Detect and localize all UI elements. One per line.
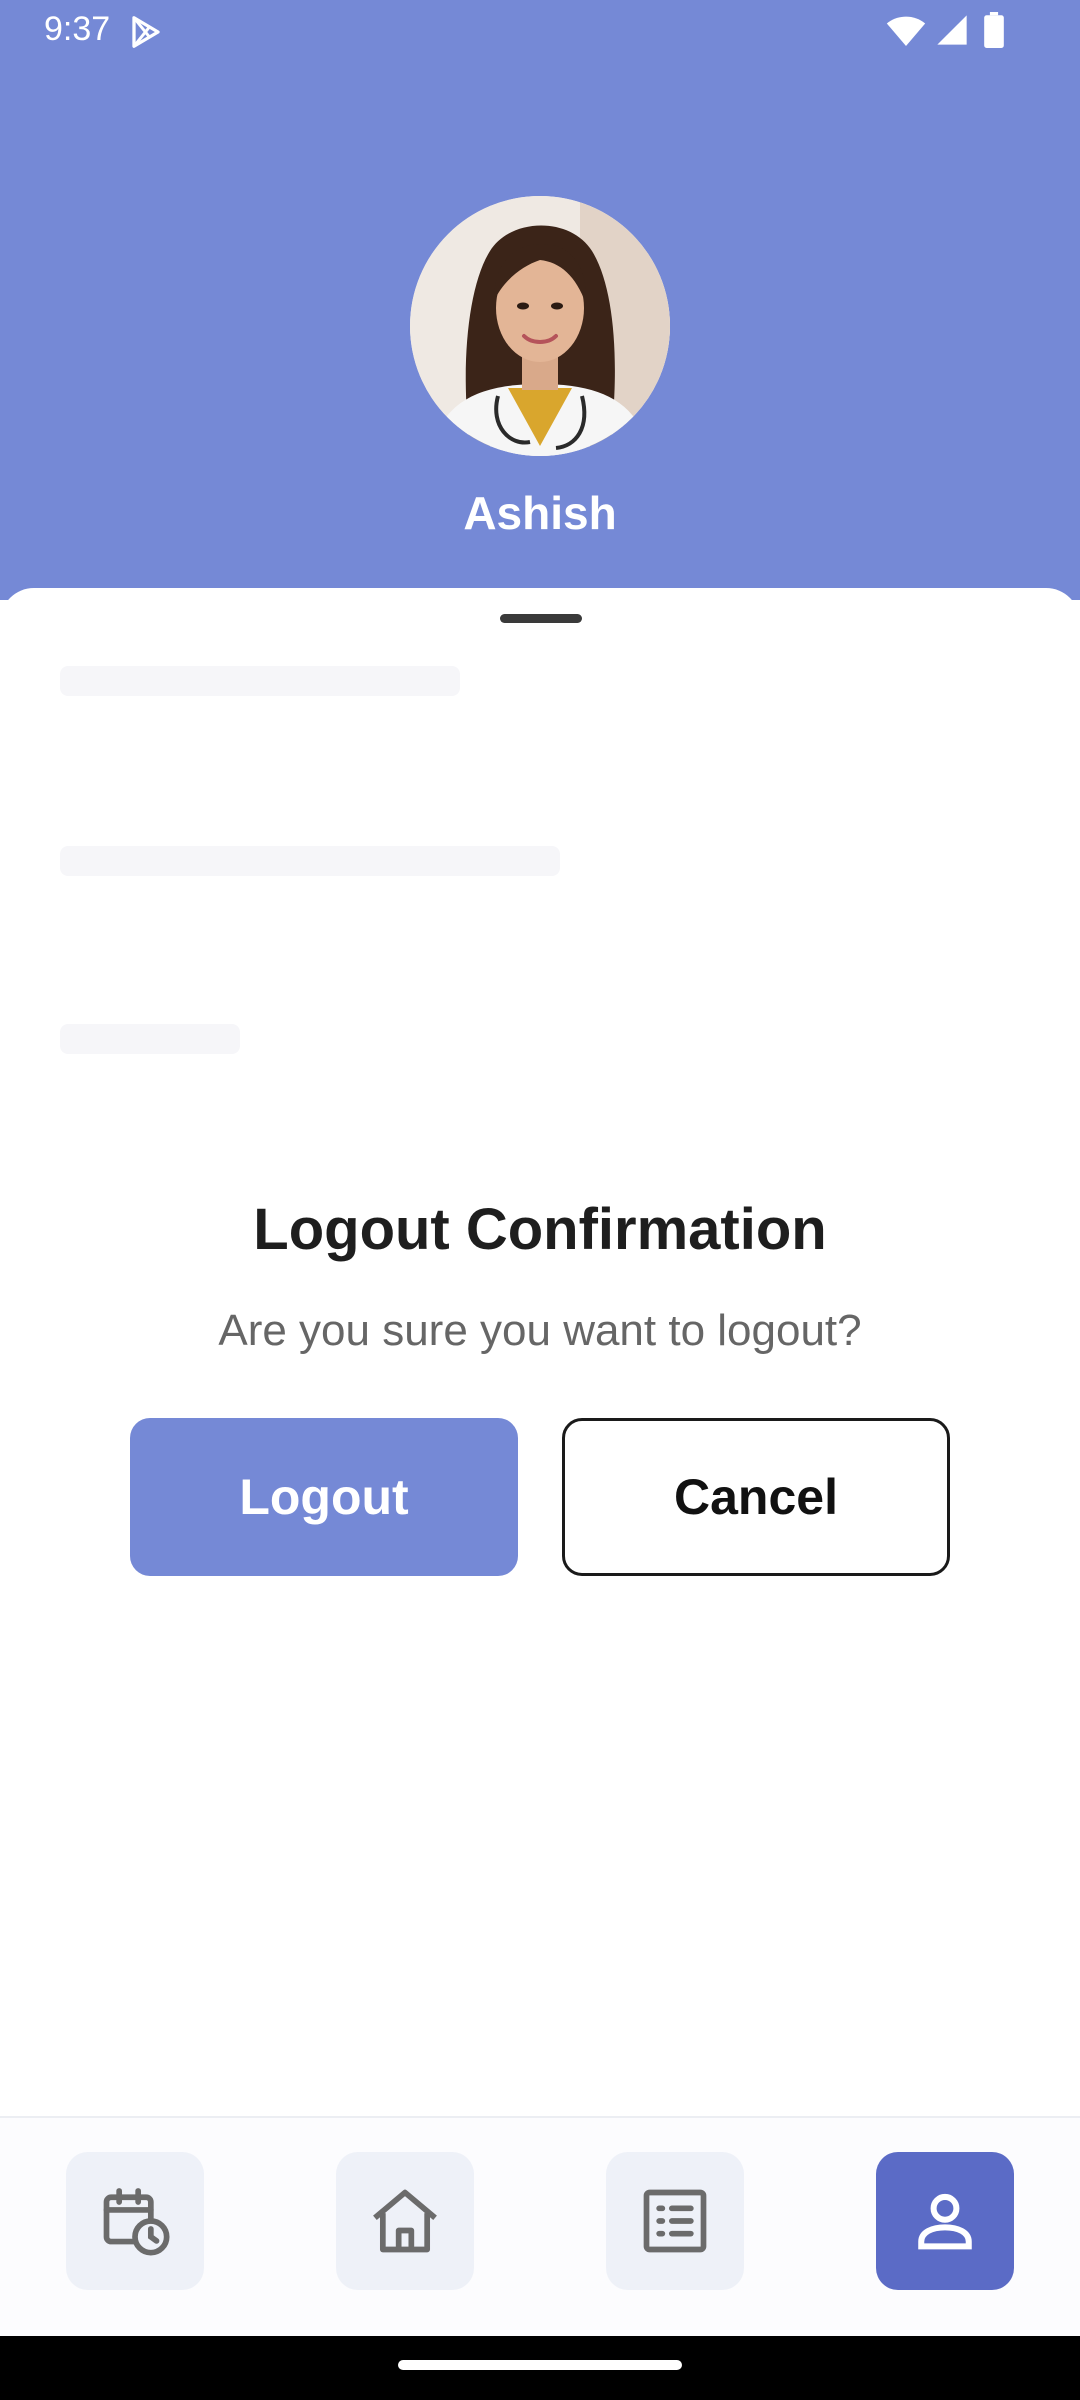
battery-icon — [984, 12, 1004, 48]
play-store-icon — [132, 16, 160, 48]
cancel-button[interactable]: Cancel — [562, 1418, 950, 1576]
nav-item-profile[interactable] — [876, 2152, 1014, 2290]
profile-name: Ashish — [463, 487, 617, 539]
home-icon — [373, 2189, 437, 2253]
nav-item-appointments[interactable] — [66, 2152, 204, 2290]
status-bar: 9:37 — [0, 0, 1080, 62]
dialog-title: Logout Confirmation — [253, 1197, 827, 1262]
avatar[interactable] — [410, 196, 670, 456]
list-icon — [643, 2189, 707, 2253]
dimmed-background-row — [60, 1024, 240, 1054]
nav-item-home[interactable] — [336, 2152, 474, 2290]
wifi-icon — [886, 16, 926, 46]
logout-button[interactable]: Logout — [130, 1418, 518, 1576]
dimmed-background-row — [60, 846, 560, 876]
doctor-portrait-image — [410, 196, 670, 456]
nav-item-list[interactable] — [606, 2152, 744, 2290]
profile-icon — [918, 2193, 972, 2250]
gesture-pill[interactable] — [398, 2360, 682, 2370]
bottom-navigation — [0, 2116, 1080, 2336]
calendar-clock-icon — [103, 2188, 170, 2256]
dimmed-background-row — [60, 666, 460, 696]
signal-icon — [937, 15, 967, 45]
profile-header: 9:37 Ashish — [0, 0, 1080, 600]
dialog-message: Are you sure you want to logout? — [218, 1306, 862, 1355]
system-gesture-bar — [0, 2336, 1080, 2400]
drag-handle[interactable] — [500, 614, 582, 623]
status-time: 9:37 — [44, 10, 111, 48]
